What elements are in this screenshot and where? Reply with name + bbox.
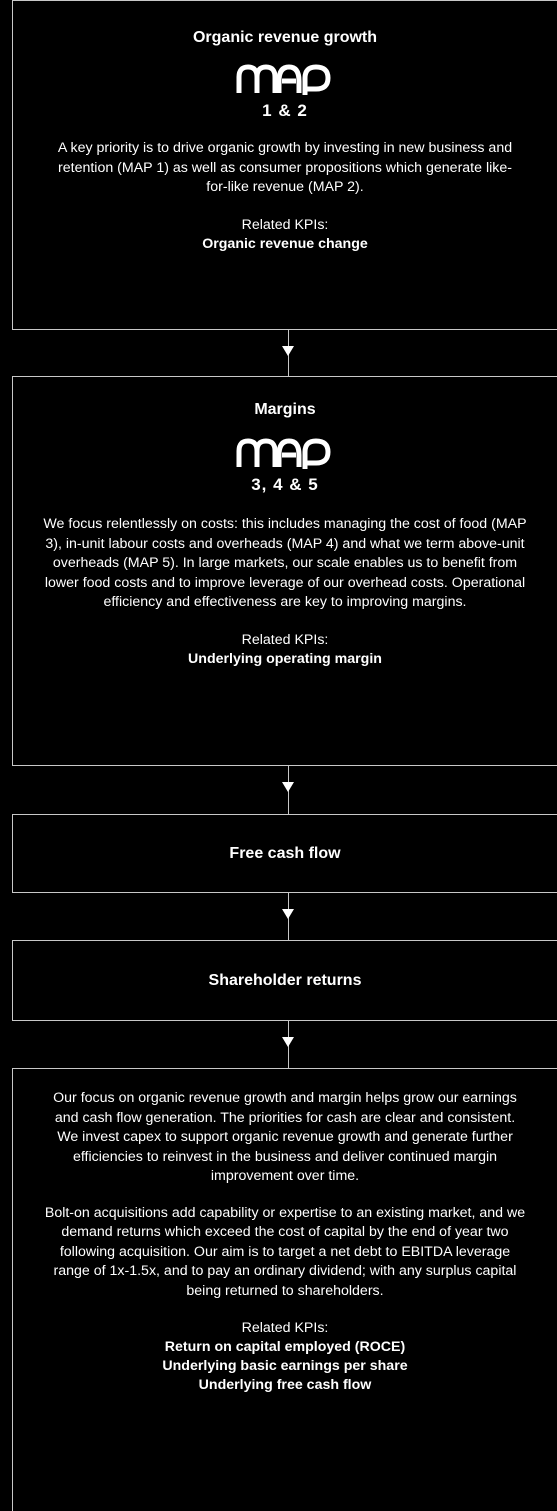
returns-detail-box: Our focus on organic revenue growth and … bbox=[12, 1068, 557, 1511]
kpi-item: Underlying basic earnings per share bbox=[162, 1358, 408, 1374]
kpi-item: Underlying free cash flow bbox=[198, 1377, 372, 1393]
margins-box: Margins 3, 4 & 5 We focus relentlessly o… bbox=[12, 376, 557, 766]
kpi-item: Underlying operating margin bbox=[188, 650, 382, 667]
arrow-down-icon bbox=[282, 782, 294, 792]
map-numbers: 1 & 2 bbox=[262, 101, 308, 120]
box-title: Free cash flow bbox=[229, 844, 341, 862]
map-logo-icon bbox=[236, 64, 331, 95]
arrow-down-icon bbox=[282, 909, 294, 919]
map-logo-icon bbox=[236, 438, 331, 469]
shareholder-returns-box: Shareholder returns bbox=[12, 940, 557, 1021]
box-description: A key priority is to drive organic growt… bbox=[57, 140, 513, 195]
kpi-label: Related KPIs: bbox=[241, 216, 329, 233]
arrow-down-icon bbox=[282, 346, 294, 356]
kpi-label: Related KPIs: bbox=[241, 631, 329, 648]
map-numbers: 3, 4 & 5 bbox=[251, 475, 319, 494]
organic-revenue-growth-box: Organic revenue growth 1 & 2 A key prior… bbox=[12, 0, 557, 330]
box-title: Shareholder returns bbox=[208, 971, 362, 989]
box-title: Organic revenue growth bbox=[192, 29, 378, 46]
kpi-label: Related KPIs: bbox=[241, 1320, 329, 1336]
free-cash-flow-box: Free cash flow bbox=[12, 814, 557, 893]
kpi-item: Return on capital employed (ROCE) bbox=[164, 1339, 406, 1355]
arrow-down-icon bbox=[282, 1037, 294, 1047]
box-description: We focus relentlessly on costs: this inc… bbox=[43, 516, 527, 610]
kpi-item: Organic revenue change bbox=[202, 235, 368, 252]
box-description: Bolt-on acquisitions add capability or e… bbox=[44, 1204, 526, 1299]
box-description: Our focus on organic revenue growth and … bbox=[53, 1090, 517, 1184]
box-title: Margins bbox=[254, 401, 316, 418]
